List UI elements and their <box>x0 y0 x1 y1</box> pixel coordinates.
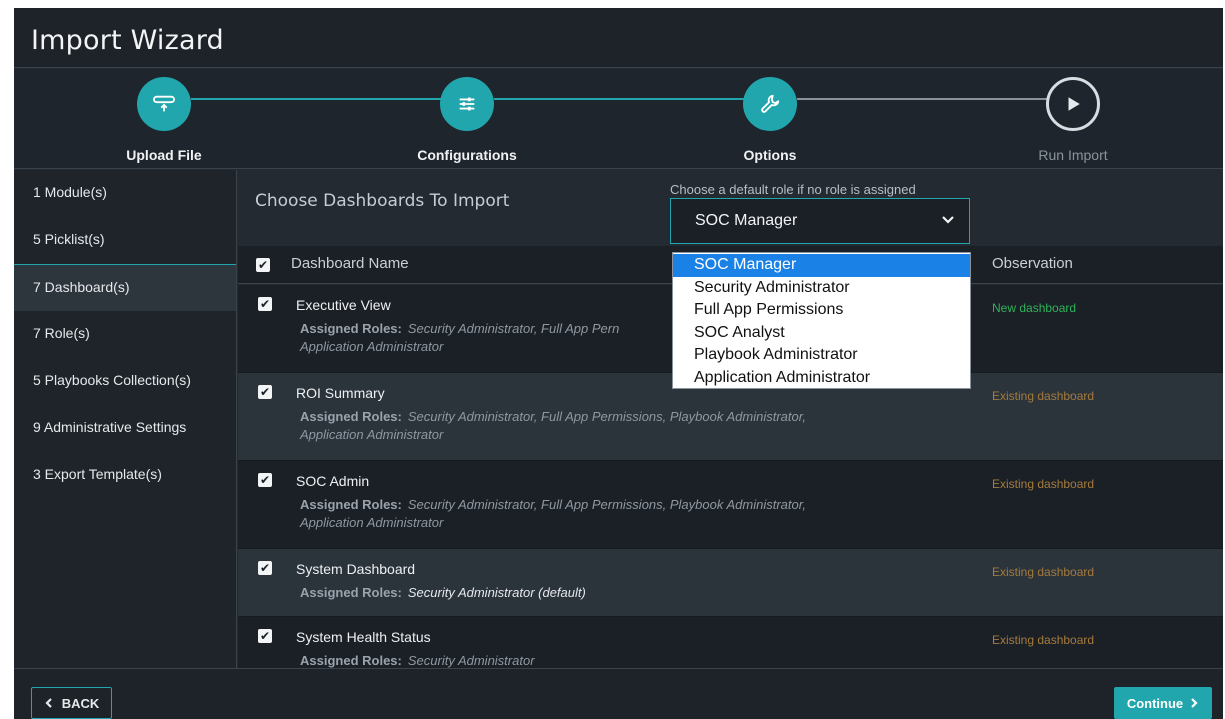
chevron-left-icon <box>44 696 54 711</box>
sidebar-item-playbooks-collections[interactable]: 5 Playbooks Collection(s) <box>14 358 236 405</box>
assigned-roles: Assigned Roles: Security Administrator, F… <box>300 496 920 532</box>
dashboard-name: Executive View <box>296 297 391 313</box>
column-dashboard-name: Dashboard Name <box>291 255 409 272</box>
assigned-roles-label: Assigned Roles: <box>300 321 402 336</box>
table-row: ✔ System Dashboard Assigned Roles: Securi… <box>238 549 1223 617</box>
wizard-stepper: Upload File Configurations Options Run I… <box>14 69 1223 169</box>
step-run-import[interactable]: Run Import <box>993 77 1153 163</box>
step-label: Options <box>743 147 797 163</box>
role-option-application-administrator[interactable]: Application Administrator <box>673 367 970 390</box>
upload-file-icon <box>137 77 191 131</box>
assigned-roles: Assigned Roles: Security Administrator (d… <box>300 584 920 602</box>
assigned-roles-value: Security Administrator (default) <box>407 585 586 600</box>
default-role-value: SOC Manager <box>695 212 798 229</box>
dashboard-name: System Dashboard <box>296 561 416 577</box>
assigned-roles-value: Security Administrator, Full App Permiss… <box>407 497 806 512</box>
assigned-roles-value: Security Administrator, Full App Pern <box>407 321 620 336</box>
back-button[interactable]: BACK <box>31 687 112 719</box>
row-checkbox[interactable]: ✔ <box>258 561 272 575</box>
assigned-roles-label: Assigned Roles: <box>300 409 402 424</box>
step-label: Configurations <box>417 147 517 163</box>
sidebar-item-roles[interactable]: 7 Role(s) <box>14 311 236 358</box>
step-label: Run Import <box>1038 147 1108 163</box>
wrench-icon <box>743 77 797 131</box>
observation-badge: Existing dashboard <box>992 477 1095 491</box>
sliders-icon <box>440 77 494 131</box>
role-option-playbook-administrator[interactable]: Playbook Administrator <box>673 344 970 367</box>
row-checkbox[interactable]: ✔ <box>258 473 272 487</box>
main-panel: Choose Dashboards To Import Choose a def… <box>238 170 1223 668</box>
role-dropdown-list: SOC Manager Security Administrator Full … <box>672 252 971 389</box>
sidebar: 1 Module(s) 5 Picklist(s) 7 Dashboard(s)… <box>14 170 237 668</box>
column-observation: Observation <box>992 255 1073 272</box>
assigned-roles-label: Assigned Roles: <box>300 653 402 668</box>
page-title: Choose Dashboards To Import <box>255 191 510 211</box>
table-row: ✔ System Health Status Assigned Roles: Se… <box>238 617 1223 668</box>
role-option-soc-manager[interactable]: SOC Manager <box>673 254 970 277</box>
sidebar-item-modules[interactable]: 1 Module(s) <box>14 170 236 217</box>
step-upload-file[interactable]: Upload File <box>84 77 244 163</box>
row-checkbox[interactable]: ✔ <box>258 629 272 643</box>
assigned-roles-value: Security Administrator, Full App Permiss… <box>407 409 806 424</box>
assigned-roles-label: Assigned Roles: <box>300 497 402 512</box>
sidebar-item-administrative-settings[interactable]: 9 Administrative Settings <box>14 405 236 452</box>
continue-button[interactable]: Continue <box>1114 687 1212 719</box>
chevron-right-icon <box>1189 696 1199 711</box>
window-title: Import Wizard <box>31 25 224 56</box>
import-wizard-window: Import Wizard Upload File Configurations… <box>14 8 1223 719</box>
select-all-checkbox[interactable]: ✔ <box>256 258 270 272</box>
title-bar: Import Wizard <box>14 8 1223 68</box>
default-role-select[interactable]: SOC Manager <box>670 198 970 244</box>
observation-badge: New dashboard <box>992 301 1077 315</box>
observation-badge: Existing dashboard <box>992 565 1095 579</box>
footer-bar: BACK Continue <box>14 668 1223 719</box>
sidebar-item-picklists[interactable]: 5 Picklist(s) <box>14 217 236 264</box>
observation-badge: Existing dashboard <box>992 633 1095 647</box>
assigned-roles-value: Security Administrator <box>407 653 535 668</box>
role-option-soc-analyst[interactable]: SOC Analyst <box>673 322 970 345</box>
row-checkbox[interactable]: ✔ <box>258 297 272 311</box>
assigned-roles-value-line2: Application Administrator <box>300 339 444 354</box>
assigned-roles-value-line2: Application Administrator <box>300 515 444 530</box>
role-option-security-administrator[interactable]: Security Administrator <box>673 277 970 300</box>
continue-button-label: Continue <box>1126 695 1184 711</box>
assigned-roles: Assigned Roles: Security Administrator <box>300 652 920 668</box>
back-button-label: BACK <box>61 695 100 711</box>
chevron-down-icon <box>941 213 955 232</box>
table-row: ✔ SOC Admin Assigned Roles: Security Admi… <box>238 461 1223 549</box>
sidebar-item-export-templates[interactable]: 3 Export Template(s) <box>14 452 236 499</box>
dashboard-name: ROI Summary <box>296 385 385 401</box>
step-configurations[interactable]: Configurations <box>387 77 547 163</box>
default-role-hint: Choose a default role if no role is assi… <box>670 182 916 197</box>
role-option-full-app-permissions[interactable]: Full App Permissions <box>673 299 970 322</box>
assigned-roles-value-line2: Application Administrator <box>300 427 444 442</box>
sidebar-item-dashboards[interactable]: 7 Dashboard(s) <box>14 264 236 311</box>
step-label: Upload File <box>126 147 202 163</box>
observation-badge: Existing dashboard <box>992 389 1095 403</box>
play-icon <box>1046 77 1100 131</box>
assigned-roles-label: Assigned Roles: <box>300 585 402 600</box>
row-checkbox[interactable]: ✔ <box>258 385 272 399</box>
step-options[interactable]: Options <box>690 77 850 163</box>
dashboard-name: System Health Status <box>296 629 431 645</box>
dashboard-name: SOC Admin <box>296 473 370 489</box>
assigned-roles: Assigned Roles: Security Administrator, F… <box>300 408 920 444</box>
